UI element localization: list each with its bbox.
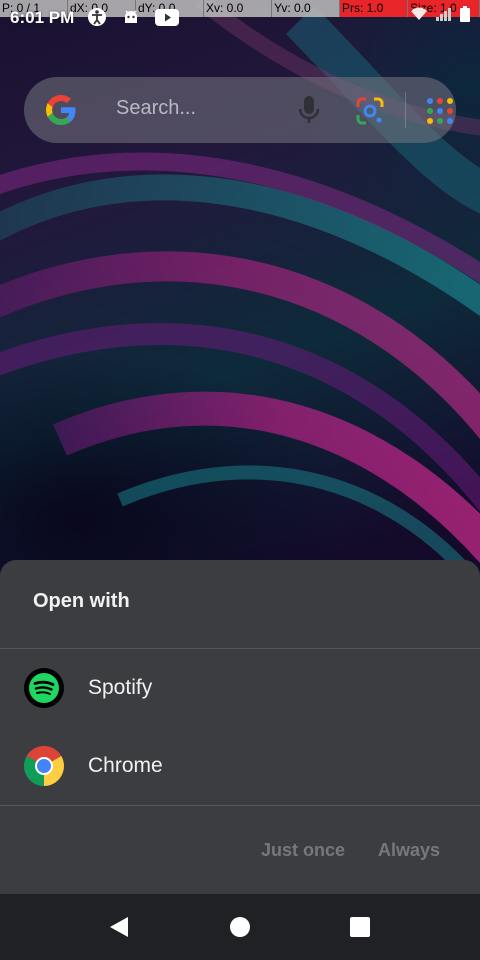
always-button[interactable]: Always xyxy=(378,840,440,861)
app-grid-icon[interactable] xyxy=(426,97,454,125)
home-icon[interactable] xyxy=(229,916,251,938)
google-search-widget[interactable]: Search... xyxy=(24,77,456,143)
wifi-icon xyxy=(410,7,428,26)
widget-divider xyxy=(405,92,406,128)
back-icon[interactable] xyxy=(108,916,130,938)
mic-icon[interactable] xyxy=(296,95,322,125)
recents-icon[interactable] xyxy=(349,916,371,938)
chrome-icon xyxy=(24,746,64,786)
signal-icon xyxy=(436,7,452,26)
status-right-icons xyxy=(410,6,470,27)
app-option-chrome[interactable]: Chrome xyxy=(0,727,480,805)
sheet-title: Open with xyxy=(33,590,130,612)
spotify-icon xyxy=(24,668,64,708)
battery-icon xyxy=(460,6,470,27)
just-once-button[interactable]: Just once xyxy=(261,840,345,861)
google-logo-icon xyxy=(44,93,78,127)
app-label-chrome: Chrome xyxy=(88,754,163,777)
status-bar: 6:01 PM xyxy=(0,0,480,34)
open-with-sheet: Open with Spotify Chrome Just once Alway… xyxy=(0,560,480,894)
youtube-icon xyxy=(154,6,180,28)
status-time: 6:01 PM xyxy=(10,8,75,27)
google-lens-icon[interactable] xyxy=(355,96,385,126)
app-option-spotify[interactable]: Spotify xyxy=(0,649,480,727)
search-placeholder: Search... xyxy=(116,97,197,119)
android-debug-icon xyxy=(120,6,142,28)
navigation-bar xyxy=(0,894,480,960)
sheet-divider-bottom xyxy=(0,805,480,806)
app-label-spotify: Spotify xyxy=(88,676,153,699)
accessibility-icon xyxy=(86,6,108,28)
